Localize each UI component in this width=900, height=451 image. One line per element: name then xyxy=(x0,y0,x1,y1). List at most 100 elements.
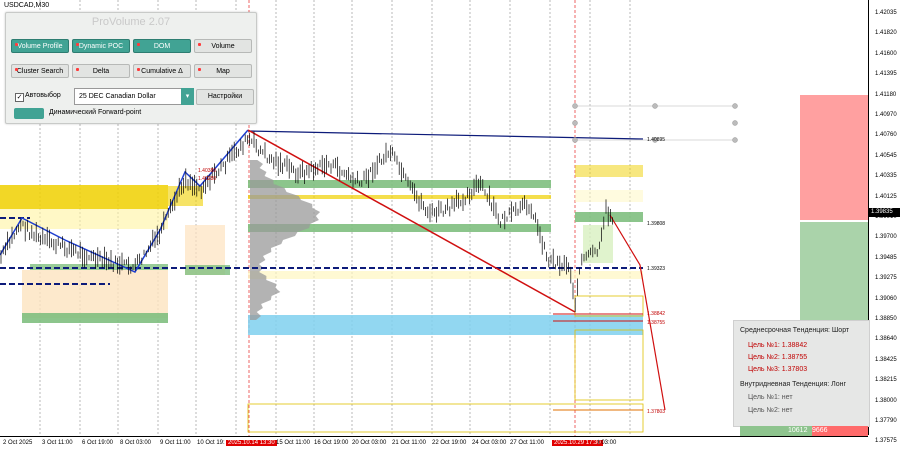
volume-button[interactable]: Volume xyxy=(194,39,252,53)
symbol-label: USDCAD,M30 xyxy=(4,2,50,9)
yellow-outline-box xyxy=(247,403,644,433)
peach-zone xyxy=(22,270,168,318)
drawing-handle xyxy=(732,120,738,126)
provolume-panel[interactable]: ProVolume 2.07 Volume Profile Dynamic PO… xyxy=(5,12,257,124)
price-tick-label: 1.40545 xyxy=(875,152,897,159)
chevron-down-icon[interactable]: ▾ xyxy=(181,88,194,105)
status-led-icon xyxy=(76,68,79,71)
price-tick-label: 1.40335 xyxy=(875,173,897,180)
cumulative-delta-label: Cumulative Δ xyxy=(141,68,183,75)
cluster-search-label: Cluster Search xyxy=(16,68,64,75)
status-led-icon xyxy=(137,43,140,46)
map-label: Map xyxy=(216,68,230,75)
box-label-a: 1.40380 xyxy=(198,168,217,174)
intraday-target1-text: Цель №1: нет xyxy=(748,394,793,401)
dynamic-poc-button[interactable]: Dynamic POC xyxy=(72,39,130,53)
sell-profile xyxy=(800,95,868,220)
auto-select-checkbox[interactable]: ✓ xyxy=(15,93,24,102)
delta-button[interactable]: Delta xyxy=(72,64,130,78)
time-tick-label: 16 Oct 19:00 xyxy=(314,440,349,446)
chart-window: USDCAD,M30 1.40895 1.39808 1.39323 1.388… xyxy=(0,0,900,451)
time-tick-label: t 03:00 xyxy=(598,440,617,446)
price-tick-label: 1.39060 xyxy=(875,295,897,302)
settings-button[interactable]: Настройки xyxy=(196,89,254,105)
mid-trend-text: Среднесрочная Тенденция: Шорт xyxy=(740,327,850,334)
dom-button[interactable]: DOM xyxy=(133,39,191,53)
status-led-icon xyxy=(137,68,140,71)
drawing-handle xyxy=(732,137,738,143)
status-led-icon xyxy=(15,68,18,71)
level-label-l3: 1.39323 xyxy=(647,266,666,272)
price-tick-label: 1.38850 xyxy=(875,316,897,322)
current-price-badge: 1.39835 xyxy=(869,208,900,217)
time-tick-label: 2025.10.29 17:30 xyxy=(552,440,603,446)
time-tick-label: 10 Oct 19: xyxy=(197,440,225,446)
green-zone xyxy=(185,265,230,275)
price-tick-label: 1.38425 xyxy=(875,356,897,363)
target1-text: Цель №1: 1.38842 xyxy=(748,342,808,349)
cumulative-delta-button[interactable]: Cumulative Δ xyxy=(133,64,191,78)
dom-label: DOM xyxy=(153,43,171,50)
time-tick-label: 22 Oct 19:00 xyxy=(432,440,467,446)
price-tick-label: 1.40760 xyxy=(875,132,897,139)
price-tick-label: 1.37790 xyxy=(875,418,897,424)
yellow-zone xyxy=(0,185,168,209)
light-yellow-zone xyxy=(248,271,643,279)
level-label-l1: 1.40895 xyxy=(647,137,666,143)
yellow-zone xyxy=(575,165,643,177)
status-led-icon xyxy=(15,43,18,46)
price-tick-label: 1.38640 xyxy=(875,336,897,343)
cluster-search-button[interactable]: Cluster Search xyxy=(11,64,69,78)
price-tick-label: 1.41600 xyxy=(875,50,897,57)
volume-profile-button[interactable]: Volume Profile xyxy=(11,39,69,53)
price-tick-label: 1.41395 xyxy=(875,71,897,78)
time-tick-label: 15 Oct 11:00 xyxy=(276,440,310,446)
drawing-handle xyxy=(572,137,578,143)
price-tick-label: 1.39700 xyxy=(875,234,897,241)
time-tick-label: 6 Oct 19:00 xyxy=(82,440,114,446)
level-label-l4: 1.38842 xyxy=(647,311,666,317)
price-tick-label: 1.37575 xyxy=(875,438,897,445)
drawing-handle xyxy=(572,103,578,109)
intraday-trend-text: Внутридневная Тенденция: Лонг xyxy=(740,381,847,388)
price-tick-label: 1.42035 xyxy=(875,10,897,16)
trend-lines xyxy=(0,103,738,411)
price-tick-label: 1.38215 xyxy=(875,377,897,384)
green-zone xyxy=(575,212,643,222)
yellow-outline-box xyxy=(574,329,644,401)
green-zone xyxy=(22,313,168,323)
delta-label: Delta xyxy=(92,68,110,75)
light-green-zone xyxy=(583,225,613,263)
yellow-outline-box xyxy=(574,295,644,317)
green-zone xyxy=(248,180,551,188)
price-tick-label: 1.38000 xyxy=(875,397,897,404)
time-tick-label: 20 Oct 03:00 xyxy=(352,440,387,446)
level-label-l2: 1.39808 xyxy=(647,221,666,227)
price-tick-label: 1.40970 xyxy=(875,112,897,118)
panel-title: ProVolume 2.07 xyxy=(91,16,171,28)
forward-point-toggle[interactable] xyxy=(14,108,44,119)
yellow-zone xyxy=(168,186,203,206)
auto-select-label: Автовыбор xyxy=(25,92,61,99)
level-label-l6: 1.37803 xyxy=(647,409,666,415)
status-led-icon xyxy=(76,43,79,46)
drawing-handle xyxy=(732,103,738,109)
drawing-handle xyxy=(572,120,578,126)
intraday-target2-text: Цель №2: нет xyxy=(748,407,793,414)
level-line-1 xyxy=(247,130,644,140)
volume-profile-label: Volume Profile xyxy=(17,43,63,50)
sell-volume-value: 9666 xyxy=(812,427,828,434)
instrument-select[interactable]: 25 DEC Canadian Dollar xyxy=(74,88,194,105)
trend-info-box: Среднесрочная Тенденция: Шорт Цель №1: 1… xyxy=(733,320,870,427)
time-axis[interactable]: 2 Oct 2025 3 Oct 11:00 6 Oct 19:00 8 Oct 03… xyxy=(0,436,868,451)
dynamic-poc-label: Dynamic POC xyxy=(78,43,124,50)
map-button[interactable]: Map xyxy=(194,64,252,78)
volume-label: Volume xyxy=(211,43,235,50)
forward-point-label: Динамический Forward-point xyxy=(49,109,142,116)
blue-zone xyxy=(248,315,643,335)
price-tick-label: 1.39275 xyxy=(875,275,897,282)
time-tick-label: 24 Oct 03:00 xyxy=(472,440,507,446)
price-axis[interactable]: 1.42035 1.41820 1.41600 1.41395 1.41180 1.409… xyxy=(868,0,900,444)
buy-volume-value: 10612 xyxy=(788,427,808,434)
light-yellow-zone xyxy=(575,190,643,202)
